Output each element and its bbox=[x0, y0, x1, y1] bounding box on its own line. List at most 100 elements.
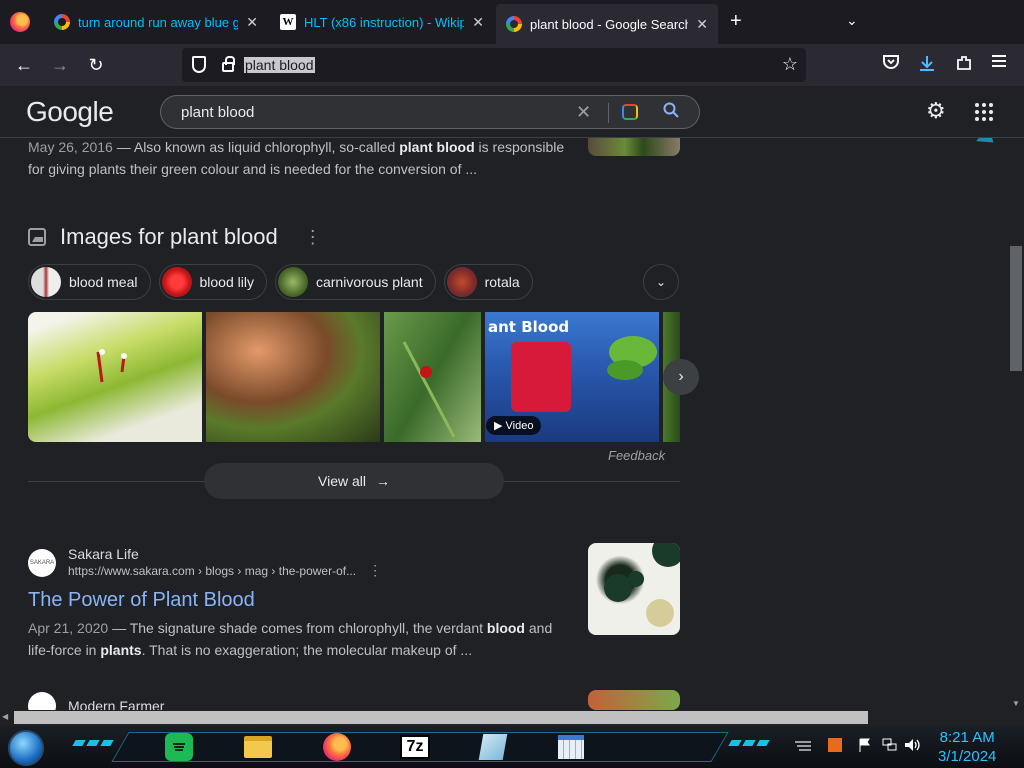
image-result[interactable] bbox=[384, 312, 481, 442]
snippet-text: — Also known as liquid chlorophyll, so-c… bbox=[116, 139, 400, 155]
image-icon bbox=[28, 228, 46, 246]
chip-blood-meal[interactable]: blood meal bbox=[28, 264, 151, 300]
back-button[interactable]: ← bbox=[12, 53, 36, 77]
image-result[interactable] bbox=[206, 312, 380, 442]
taskbar-app-7zip[interactable]: 7z bbox=[398, 731, 432, 763]
image-result[interactable] bbox=[28, 312, 202, 442]
forward-button[interactable]: → bbox=[48, 53, 72, 77]
chip-label: carnivorous plant bbox=[315, 274, 423, 290]
chip-label: blood meal bbox=[69, 274, 138, 290]
start-orb-icon[interactable] bbox=[8, 730, 44, 766]
tray-app-icon[interactable] bbox=[828, 738, 842, 752]
settings-gear-icon[interactable]: ⚙ bbox=[926, 98, 946, 124]
snippet-bold: plant blood bbox=[399, 139, 475, 155]
taskbar-app-spotify[interactable] bbox=[162, 731, 196, 763]
result-thumbnail[interactable] bbox=[588, 690, 680, 710]
tab-title: plant blood - Google Search bbox=[530, 16, 689, 32]
google-apps-icon[interactable] bbox=[975, 103, 993, 121]
chips-expand-icon[interactable]: ⌄ bbox=[643, 264, 679, 300]
extensions-icon[interactable] bbox=[953, 54, 975, 77]
result-date: May 26, 2016 bbox=[28, 139, 113, 155]
chip-rotala[interactable]: rotala bbox=[443, 264, 533, 300]
images-title[interactable]: Images for plant blood bbox=[60, 224, 278, 250]
result-snippet: May 26, 2016 — Also known as liquid chlo… bbox=[28, 136, 568, 180]
result-title-link[interactable]: The Power of Plant Blood bbox=[28, 589, 255, 612]
chip-label: blood lily bbox=[199, 274, 254, 290]
scroll-left-icon[interactable]: ◀ bbox=[2, 712, 8, 721]
taskbar-app-file-explorer[interactable] bbox=[241, 731, 275, 763]
clock-time: 8:21 AM bbox=[939, 729, 995, 746]
snippet-text: — The signature shade comes from chlorop… bbox=[112, 620, 487, 636]
taskbar-app-firefox[interactable] bbox=[320, 731, 354, 763]
network-icon[interactable] bbox=[882, 738, 898, 755]
scrollbar-thumb[interactable] bbox=[14, 711, 868, 724]
result-source[interactable]: Modern Farmer bbox=[28, 692, 164, 710]
result-source[interactable]: SAKARA Sakara Life https://www.sakara.co… bbox=[28, 546, 382, 579]
snippet-bold: plants bbox=[100, 642, 142, 658]
pocket-icon[interactable] bbox=[880, 54, 902, 75]
tracking-protection-shield-icon[interactable] bbox=[192, 56, 206, 73]
search-icon[interactable] bbox=[663, 102, 679, 123]
site-name: Modern Farmer bbox=[68, 698, 165, 710]
notes-icon bbox=[478, 734, 508, 760]
chip-carnivorous-plant[interactable]: carnivorous plant bbox=[274, 264, 436, 300]
google-icon bbox=[54, 14, 70, 30]
result-snippet: Apr 21, 2020 — The signature shade comes… bbox=[28, 617, 573, 661]
site-cite: https://www.sakara.com › blogs › mag › t… bbox=[68, 563, 357, 578]
reload-button[interactable]: ↻ bbox=[84, 53, 108, 77]
arrow-right-icon: → bbox=[376, 473, 390, 489]
view-all-label: View all bbox=[318, 473, 366, 489]
google-logo[interactable]: Google bbox=[26, 96, 114, 128]
menu-hamburger-icon[interactable] bbox=[988, 54, 1010, 73]
tab-close-icon[interactable]: ✕ bbox=[696, 16, 708, 33]
lock-icon[interactable] bbox=[222, 56, 235, 72]
image-chips: blood meal blood lily carnivorous plant … bbox=[28, 264, 533, 300]
folder-icon bbox=[244, 736, 272, 758]
image-carousel: ant Blood ▶ Video bbox=[28, 312, 680, 442]
google-lens-icon[interactable] bbox=[622, 104, 638, 120]
image-overlay-text: ant Blood bbox=[488, 318, 570, 336]
search-input[interactable]: plant blood bbox=[181, 104, 254, 121]
address-bar[interactable]: plant blood ☆ bbox=[182, 48, 806, 82]
snippet-bold: blood bbox=[486, 620, 525, 636]
result-thumbnail[interactable] bbox=[588, 543, 680, 635]
action-center-flag-icon[interactable] bbox=[858, 738, 872, 755]
new-tab-button[interactable]: + bbox=[730, 10, 742, 33]
carousel-next-icon[interactable]: › bbox=[663, 359, 699, 395]
page-content: May 26, 2016 — Also known as liquid chlo… bbox=[0, 86, 1008, 710]
url-text[interactable]: plant blood bbox=[244, 57, 315, 73]
volume-icon[interactable] bbox=[904, 738, 922, 755]
firefox-icon[interactable] bbox=[10, 12, 30, 32]
more-options-icon[interactable]: ⋮ bbox=[304, 227, 322, 248]
chip-blood-lily[interactable]: blood lily bbox=[158, 264, 267, 300]
site-favicon: SAKARA bbox=[28, 548, 56, 577]
taskbar-clock[interactable]: 8:21 AM 3/1/2024 bbox=[938, 728, 996, 766]
list-tabs-button[interactable]: ⌄ bbox=[846, 12, 858, 29]
decor-lights bbox=[728, 740, 770, 746]
horizontal-scrollbar[interactable]: ◀ bbox=[0, 710, 1024, 726]
taskbar-app-calendar[interactable] bbox=[554, 731, 588, 763]
search-box[interactable]: plant blood ✕ bbox=[160, 95, 700, 129]
tab-turn-around[interactable]: turn around run away blue gho ✕ bbox=[44, 0, 268, 44]
scrollbar-thumb[interactable] bbox=[1010, 246, 1022, 371]
images-header: Images for plant blood ⋮ bbox=[28, 224, 322, 250]
scroll-down-icon[interactable]: ▼ bbox=[1012, 699, 1020, 708]
snippet-text: . That is no exaggeration; the molecular… bbox=[141, 642, 473, 658]
google-header: Google plant blood ✕ ⚙ bbox=[0, 86, 1024, 138]
taskbar: 7z 8:21 AM 3/1/2024 bbox=[0, 726, 1024, 768]
more-options-icon[interactable]: ⋮ bbox=[368, 562, 382, 579]
tab-plant-blood[interactable]: plant blood - Google Search ✕ bbox=[496, 4, 718, 44]
tab-title: HLT (x86 instruction) - Wikiped bbox=[304, 14, 465, 30]
vertical-scrollbar[interactable]: ▲ ▼ bbox=[1008, 86, 1024, 710]
decor-lights bbox=[72, 740, 114, 746]
downloads-icon[interactable] bbox=[916, 54, 938, 77]
view-all-button[interactable]: View all → bbox=[204, 463, 504, 499]
taskbar-app-notes[interactable] bbox=[476, 731, 510, 763]
clear-icon[interactable]: ✕ bbox=[576, 102, 591, 123]
tab-close-icon[interactable]: ✕ bbox=[246, 14, 258, 31]
feedback-link[interactable]: Feedback bbox=[608, 448, 665, 463]
tab-hlt[interactable]: W HLT (x86 instruction) - Wikiped ✕ bbox=[270, 0, 494, 44]
show-desktop-icon[interactable] bbox=[793, 738, 813, 755]
bookmark-star-icon[interactable]: ☆ bbox=[782, 54, 798, 75]
tab-close-icon[interactable]: ✕ bbox=[472, 14, 484, 31]
